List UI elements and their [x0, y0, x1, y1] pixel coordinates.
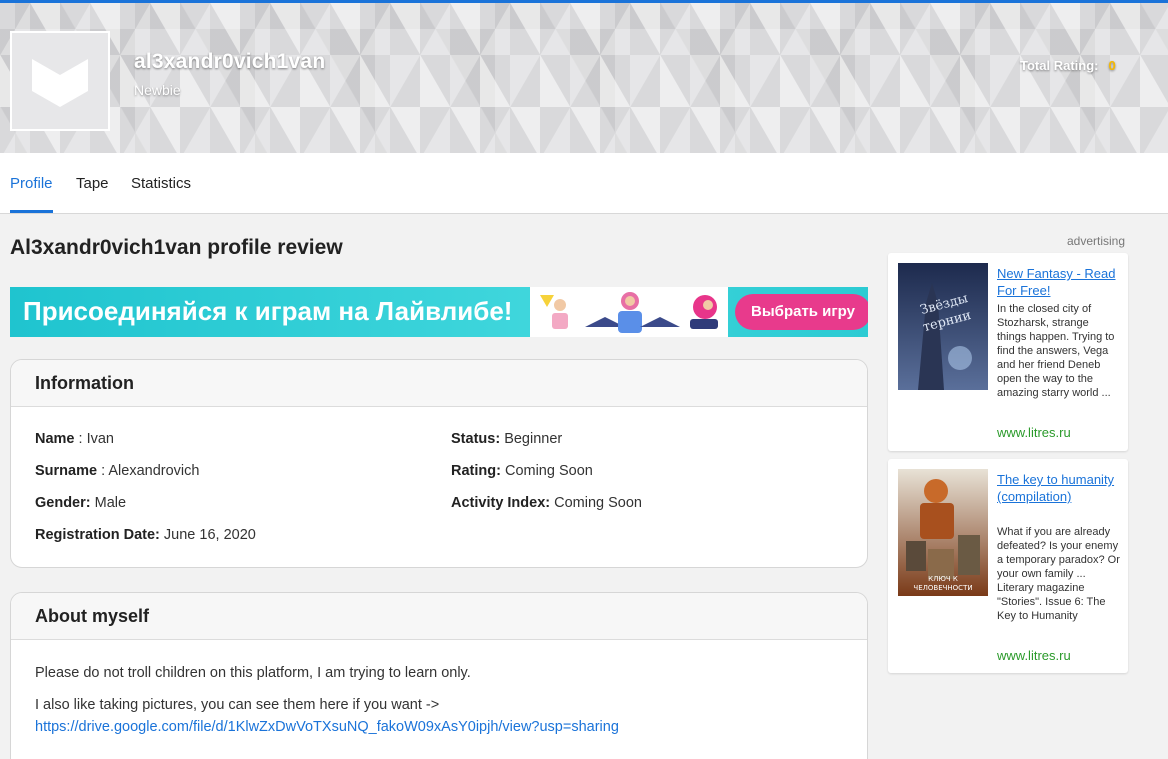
- choose-game-button[interactable]: Выбрать игру: [735, 294, 868, 330]
- field-surname: Surname : Alexandrovich: [35, 463, 199, 479]
- about-line-1: Please do not troll children on this pla…: [35, 665, 471, 681]
- field-label: Surname: [35, 463, 98, 479]
- about-heading: About myself: [11, 593, 867, 640]
- book-cover-2[interactable]: КЛЮЧ К ЧЕЛОВЕЧНОСТИ: [898, 469, 988, 596]
- reading-people-illustration-icon: [540, 292, 718, 333]
- field-value: Beginner: [504, 431, 563, 447]
- sidebar-ad-2-source[interactable]: www.litres.ru: [997, 648, 1071, 663]
- sidebar-ad-2-title[interactable]: The key to humanity (compilation): [997, 471, 1119, 505]
- field-label: Gender:: [35, 495, 91, 511]
- information-card: Information Name : Ivan Surname : Alexan…: [10, 359, 868, 568]
- sidebar-ad-2[interactable]: КЛЮЧ К ЧЕЛОВЕЧНОСТИ The key to humanity …: [888, 459, 1128, 673]
- profile-header-banner: al3xandr0vich1van Newbie Total Rating: 0: [0, 3, 1168, 153]
- profile-tabs: Profile Tape Statistics: [0, 153, 1168, 214]
- field-label: Rating:: [451, 463, 501, 479]
- default-avatar-icon: [32, 59, 88, 107]
- sidebar-ad-1-description: In the closed city of Stozharsk, strange…: [997, 303, 1115, 399]
- field-value: June 16, 2020: [163, 527, 256, 543]
- tab-profile[interactable]: Profile: [10, 175, 53, 192]
- field-label: Activity Index:: [451, 495, 551, 511]
- book-cover-robot-icon: КЛЮЧ К ЧЕЛОВЕЧНОСТИ: [898, 469, 988, 596]
- book-cover-stars-icon: Звёзды тернии: [898, 263, 988, 390]
- field-separator: :: [97, 463, 109, 479]
- ad-banner-illustration: [530, 287, 728, 337]
- field-value: Coming Soon: [554, 495, 642, 511]
- sidebar-ad-2-description: What if you are already defeated? Is you…: [997, 526, 1120, 622]
- page-title: Al3xandr0vich1van profile review: [10, 236, 343, 259]
- field-label: Status:: [451, 431, 501, 447]
- avatar[interactable]: [10, 31, 110, 131]
- field-value: Alexandrovich: [108, 463, 200, 479]
- field-label: Name: [35, 431, 75, 447]
- about-line-2: I also like taking pictures, you can see…: [35, 697, 440, 713]
- username: al3xandr0vich1van: [134, 50, 326, 73]
- total-rating: Total Rating: 0: [1020, 58, 1116, 73]
- field-gender: Gender: Male: [35, 495, 126, 511]
- sidebar-ad-1-source[interactable]: www.litres.ru: [997, 425, 1071, 440]
- total-rating-label: Total Rating:: [1020, 58, 1099, 73]
- ad-banner-text: Присоединяйся к играм на Лайвлибе!: [23, 296, 513, 326]
- advertising-label: advertising: [1067, 234, 1126, 248]
- field-activity-index: Activity Index: Coming Soon: [451, 495, 642, 511]
- svg-text:ЧЕЛОВЕЧНОСТИ: ЧЕЛОВЕЧНОСТИ: [913, 584, 972, 592]
- field-status: Status: Beginner: [451, 431, 562, 447]
- field-rating: Rating: Coming Soon: [451, 463, 593, 479]
- tab-tape[interactable]: Tape: [76, 175, 109, 192]
- field-label: Registration Date:: [35, 527, 160, 543]
- photos-link[interactable]: https://drive.google.com/file/d/1KlwZxDw…: [35, 719, 619, 735]
- user-rank: Newbie: [134, 82, 181, 98]
- field-registration-date: Registration Date: June 16, 2020: [35, 527, 256, 543]
- svg-text:КЛЮЧ К: КЛЮЧ К: [928, 575, 958, 583]
- about-card: About myself Please do not troll childre…: [10, 592, 868, 759]
- field-name: Name : Ivan: [35, 431, 114, 447]
- sidebar-ad-1-title[interactable]: New Fantasy - Read For Free!: [997, 265, 1119, 299]
- information-heading: Information: [11, 360, 867, 407]
- field-value: Coming Soon: [504, 463, 593, 479]
- book-cover-1[interactable]: Звёзды тернии: [898, 263, 988, 390]
- field-separator: :: [74, 431, 87, 447]
- field-value: Male: [94, 495, 127, 511]
- field-value: Ivan: [86, 431, 115, 447]
- tab-statistics[interactable]: Statistics: [131, 175, 191, 192]
- active-tab-indicator: [10, 210, 53, 213]
- sidebar-ad-1[interactable]: Звёзды тернии New Fantasy - Read For Fre…: [888, 253, 1128, 451]
- total-rating-value: 0: [1108, 58, 1116, 73]
- ad-banner[interactable]: Присоединяйся к играм на Лайвлибе! Выбра…: [10, 287, 868, 337]
